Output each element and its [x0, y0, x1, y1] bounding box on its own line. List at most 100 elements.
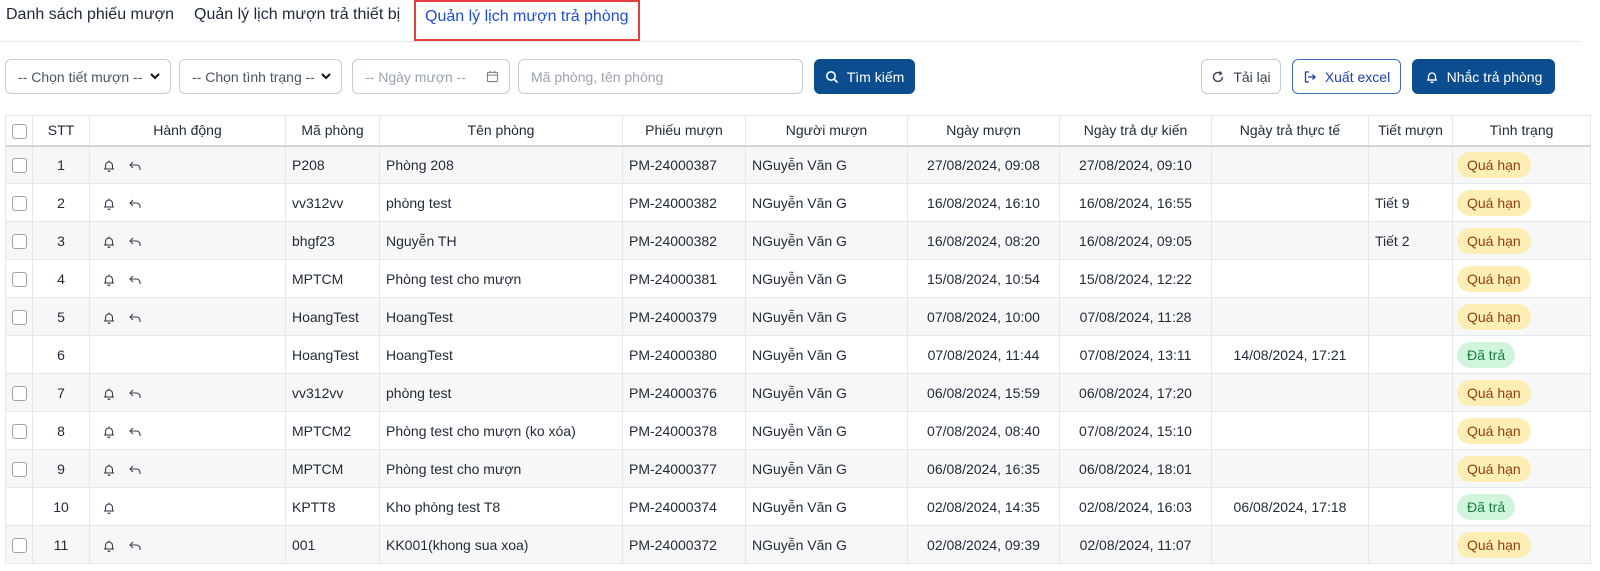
table-row[interactable]: 9 MPTCM Phòng test cho mượn PM-24000377 NGuy…: [5, 449, 1591, 488]
tab-room-schedule[interactable]: Quản lý lịch mượn trả phòng: [414, 0, 640, 41]
cell-borrower: NGuyễn Văn G: [745, 145, 908, 184]
return-icon[interactable]: [128, 197, 142, 211]
calendar-icon: [486, 70, 499, 83]
return-icon[interactable]: [128, 235, 142, 249]
cell-actual-return: [1211, 449, 1369, 488]
cell-actions: [89, 297, 286, 336]
remind-return-label: Nhắc trả phòng: [1446, 68, 1543, 85]
row-checkbox[interactable]: [11, 195, 27, 211]
room-schedule-table: STT Hành động Mã phòng Tên phòng Phiếu m…: [5, 115, 1591, 564]
status-badge: Quá hạn: [1457, 531, 1531, 558]
return-icon[interactable]: [128, 463, 142, 477]
table-row[interactable]: 1 P208 Phòng 208 PM-24000387 NGuyễn Văn G 27/…: [5, 145, 1591, 184]
bell-icon[interactable]: [102, 159, 116, 173]
cell-ticket: PM-24000378: [622, 411, 746, 450]
search-button[interactable]: Tìm kiếm: [814, 59, 915, 94]
table-row[interactable]: 4 MPTCM Phòng test cho mượn PM-24000381 NGuy…: [5, 259, 1591, 298]
table-row[interactable]: 5 HoangTest HoangTest PM-24000379 NGuyễn Văn…: [5, 297, 1591, 336]
cell-status: Quá hạn: [1452, 221, 1591, 260]
bell-icon[interactable]: [102, 197, 116, 211]
row-checkbox[interactable]: [11, 385, 27, 401]
cell-status: Quá hạn: [1452, 373, 1591, 412]
cell-room-name: Phòng test cho mượn: [379, 259, 623, 298]
cell-borrower: NGuyễn Văn G: [745, 221, 908, 260]
cell-room-code: MPTCM: [285, 259, 380, 298]
cell-expected-return: 02/08/2024, 11:07: [1059, 525, 1212, 564]
cell-borrower: NGuyễn Văn G: [745, 373, 908, 412]
return-icon[interactable]: [128, 273, 142, 287]
bell-icon[interactable]: [102, 539, 116, 553]
bell-icon[interactable]: [102, 273, 116, 287]
select-all-checkbox[interactable]: [11, 123, 27, 139]
cell-expected-return: 06/08/2024, 18:01: [1059, 449, 1212, 488]
refresh-icon: [1213, 70, 1224, 82]
cell-borrower: NGuyễn Văn G: [745, 411, 908, 450]
table-row[interactable]: 6 HoangTest HoangTest PM-24000380 NGuyễn Văn…: [5, 335, 1591, 374]
row-checkbox[interactable]: [11, 158, 27, 174]
return-icon[interactable]: [128, 159, 142, 173]
cell-expected-return: 02/08/2024, 16:03: [1059, 487, 1212, 526]
cell-room-code: MPTCM: [285, 449, 380, 488]
bell-icon[interactable]: [102, 235, 116, 249]
borrow-date-input[interactable]: -- Ngày mượn --: [352, 59, 510, 94]
table-row[interactable]: 11 001 KK001(khong sua xoa) PM-24000372 NGuy…: [5, 525, 1591, 564]
row-checkbox[interactable]: [11, 309, 27, 325]
cell-expected-return: 06/08/2024, 17:20: [1059, 373, 1212, 412]
cell-room-name: phòng test: [379, 373, 623, 412]
return-icon[interactable]: [128, 539, 142, 553]
tab-device-schedule[interactable]: Quản lý lịch mượn trả thiết bị: [194, 6, 400, 24]
row-select-cell: [5, 525, 33, 564]
table-row[interactable]: 2 vv312vv phòng test PM-24000382 NGuyễn Văn …: [5, 183, 1591, 222]
cell-borrow-date: 16/08/2024, 08:20: [907, 221, 1060, 260]
row-select-cell: [5, 335, 33, 374]
row-checkbox[interactable]: [11, 461, 27, 477]
header-room-name: Tên phòng: [379, 115, 623, 147]
bell-icon[interactable]: [102, 463, 116, 477]
row-checkbox[interactable]: [11, 537, 27, 553]
bell-icon[interactable]: [102, 387, 116, 401]
cell-borrow-date: 15/08/2024, 10:54: [907, 259, 1060, 298]
cell-period: [1368, 335, 1453, 374]
search-input[interactable]: Mã phòng, tên phòng: [518, 59, 803, 94]
row-select-cell: [5, 297, 33, 336]
cell-ticket: PM-24000372: [622, 525, 746, 564]
bell-icon[interactable]: [102, 425, 116, 439]
status-badge: Đã trả: [1457, 341, 1516, 368]
table-row[interactable]: 10 KPTT8 Kho phòng test T8 PM-24000374 NGuyễ…: [5, 487, 1591, 526]
cell-status: Quá hạn: [1452, 183, 1591, 222]
bell-icon[interactable]: [102, 501, 116, 515]
header-actual-return: Ngày trả thực tế: [1211, 115, 1369, 147]
row-select-cell: [5, 221, 33, 260]
row-checkbox[interactable]: [11, 233, 27, 249]
cell-actual-return: [1211, 525, 1369, 564]
status-select[interactable]: -- Chọn tình trạng --: [179, 59, 342, 94]
cell-stt: 8: [32, 411, 90, 450]
remind-return-button[interactable]: Nhắc trả phòng: [1412, 59, 1555, 94]
period-select[interactable]: -- Chọn tiết mượn --: [5, 59, 171, 94]
cell-room-name: Kho phòng test T8: [379, 487, 623, 526]
export-excel-button[interactable]: Xuất excel: [1292, 59, 1401, 94]
status-badge: Đã trả: [1457, 493, 1516, 520]
status-select-value: -- Chọn tình trạng --: [192, 68, 315, 85]
return-icon[interactable]: [128, 425, 142, 439]
status-badge: Quá hạn: [1457, 379, 1531, 406]
cell-borrower: NGuyễn Văn G: [745, 297, 908, 336]
return-icon[interactable]: [128, 311, 142, 325]
table-row[interactable]: 8 MPTCM2 Phòng test cho mượn (ko xóa) PM-24…: [5, 411, 1591, 450]
cell-room-code: bhgf23: [285, 221, 380, 260]
row-checkbox[interactable]: [11, 423, 27, 439]
cell-period: [1368, 449, 1453, 488]
return-icon[interactable]: [128, 387, 142, 401]
row-checkbox[interactable]: [11, 271, 27, 287]
bell-icon[interactable]: [102, 311, 116, 325]
tab-loan-list[interactable]: Danh sách phiếu mượn: [6, 6, 174, 24]
cell-borrow-date: 16/08/2024, 16:10: [907, 183, 1060, 222]
reload-button[interactable]: Tải lại: [1201, 59, 1281, 94]
status-badge: Quá hạn: [1457, 455, 1531, 482]
cell-room-name: Phòng test cho mượn: [379, 449, 623, 488]
table-row[interactable]: 3 bhgf23 Nguyễn TH PM-24000382 NGuyễn Văn G1…: [5, 221, 1591, 260]
cell-borrower: NGuyễn Văn G: [745, 335, 908, 374]
cell-stt: 5: [32, 297, 90, 336]
table-row[interactable]: 7 vv312vv phòng test PM-24000376 NGuyễn Văn …: [5, 373, 1591, 412]
cell-expected-return: 07/08/2024, 11:28: [1059, 297, 1212, 336]
